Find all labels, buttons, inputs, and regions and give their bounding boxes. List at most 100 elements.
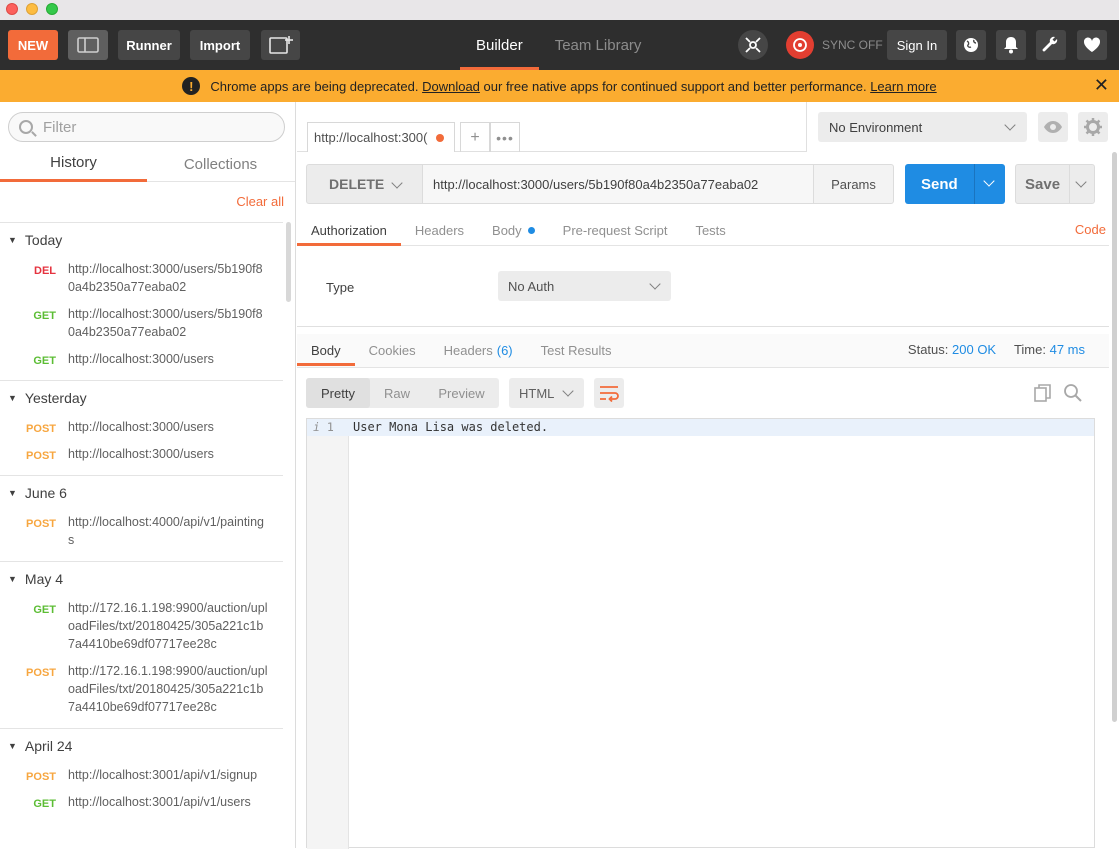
history-item-method: GET	[33, 355, 56, 367]
tab-response-headers[interactable]: Headers (6)	[430, 334, 527, 366]
toggle-sidebar-button[interactable]	[68, 30, 108, 60]
tab-headers[interactable]: Headers	[401, 214, 478, 246]
new-button[interactable]: NEW	[8, 30, 58, 60]
sidebar-scrollbar[interactable]	[286, 222, 291, 302]
download-link[interactable]: Download	[422, 79, 480, 94]
tab-options-button[interactable]: •••	[490, 122, 520, 152]
method-value: DELETE	[329, 176, 385, 192]
history-group-title: April 24	[24, 738, 73, 754]
environment-area: No Environment	[806, 102, 1119, 152]
view-raw-button[interactable]: Raw	[370, 378, 424, 408]
code-link[interactable]: Code	[1075, 222, 1106, 237]
format-select[interactable]: HTML	[509, 378, 584, 408]
tab-tests[interactable]: Tests	[681, 214, 739, 246]
new-tab-button[interactable]: +	[460, 122, 490, 152]
tab-response-headers-label: Headers	[443, 342, 493, 358]
history-item[interactable]: GET http://localhost:3000/users/5b190f80a…	[0, 302, 283, 347]
save-button[interactable]: Save	[1015, 164, 1095, 204]
method-select[interactable]: DELETE	[306, 164, 423, 204]
save-options-chevron-icon[interactable]	[1075, 176, 1087, 188]
caret-down-icon: ▼	[8, 488, 17, 498]
history-item[interactable]: GET http://localhost:3000/users	[0, 347, 283, 374]
url-input[interactable]: http://localhost:3000/users/5b190f80a4b2…	[422, 164, 814, 204]
clear-all-link[interactable]: Clear all	[236, 194, 284, 209]
request-builder: http://localhost:300( + ••• No Environme…	[297, 102, 1119, 849]
sync-off-icon[interactable]	[786, 31, 814, 59]
import-button[interactable]: Import	[190, 30, 250, 60]
history-item[interactable]: POST http://localhost:3000/users	[0, 415, 283, 442]
request-section-tabs: Authorization Headers Body Pre-request S…	[297, 214, 1109, 246]
gear-icon	[1084, 118, 1102, 136]
send-button[interactable]: Send	[905, 164, 1005, 204]
tab-test-results[interactable]: Test Results	[527, 334, 626, 366]
auth-type-label: Type	[326, 280, 355, 295]
copy-button[interactable]	[1033, 383, 1053, 406]
environment-select[interactable]: No Environment	[818, 112, 1027, 142]
send-label: Send	[921, 175, 958, 193]
params-button[interactable]: Params	[813, 164, 894, 204]
auth-type-select[interactable]: No Auth	[498, 271, 671, 301]
history-item[interactable]: GET http://localhost:3001/api/v1/users	[0, 790, 283, 817]
sidebar-tabs: History Collections	[0, 146, 295, 182]
tab-authorization[interactable]: Authorization	[297, 214, 401, 246]
send-options-chevron-icon[interactable]	[983, 175, 995, 187]
main-toolbar: NEW Runner Import Builder Team Library S…	[0, 20, 1119, 70]
view-preview-button[interactable]: Preview	[424, 378, 499, 408]
environment-quick-look-button[interactable]	[1038, 112, 1068, 142]
history-item[interactable]: GET http://172.16.1.198:9900/auction/uplo…	[0, 596, 283, 659]
tab-body[interactable]: Body	[478, 214, 549, 246]
learn-more-link[interactable]: Learn more	[870, 79, 936, 94]
history-item-url: http://localhost:3000/users	[68, 420, 214, 434]
settings-button[interactable]	[1036, 30, 1066, 60]
unsaved-dot-icon	[436, 134, 444, 142]
history-group-header[interactable]: ▼ Yesterday	[0, 381, 283, 415]
history-item[interactable]: DEL http://localhost:3000/users/5b190f80a…	[0, 257, 283, 302]
history-item[interactable]: POST http://172.16.1.198:9900/auction/upl…	[0, 659, 283, 722]
filter-input[interactable]: Filter	[8, 112, 285, 142]
tab-history[interactable]: History	[0, 146, 147, 182]
view-pretty-button[interactable]: Pretty	[306, 378, 370, 408]
tab-builder[interactable]: Builder	[460, 20, 539, 70]
history-group-header[interactable]: ▼ April 24	[0, 729, 283, 763]
favorite-button[interactable]	[1077, 30, 1107, 60]
banner-text-start: Chrome apps are being deprecated.	[210, 78, 419, 94]
minimize-window-button[interactable]	[26, 3, 38, 15]
main-scrollbar[interactable]	[1112, 152, 1117, 722]
tab-cookies[interactable]: Cookies	[355, 334, 430, 366]
history-item-url: http://localhost:4000/api/v1/paintings	[68, 515, 264, 547]
new-window-button[interactable]	[261, 30, 300, 60]
interceptor-button[interactable]	[738, 30, 768, 60]
history-group-header[interactable]: ▼ Today	[0, 223, 283, 257]
tab-collections[interactable]: Collections	[147, 146, 294, 182]
workspace-tabs: Builder Team Library	[460, 20, 657, 70]
history-item[interactable]: POST http://localhost:4000/api/v1/paintin…	[0, 510, 283, 555]
history-group-header[interactable]: ▼ May 4	[0, 562, 283, 596]
copy-icon	[1034, 384, 1051, 402]
history-group-header[interactable]: ▼ June 6	[0, 476, 283, 510]
history-item[interactable]: POST http://localhost:3000/users	[0, 442, 283, 469]
window-titlebar	[0, 0, 1119, 20]
zoom-window-button[interactable]	[46, 3, 58, 15]
search-response-button[interactable]	[1063, 383, 1083, 406]
tab-pre-request-script[interactable]: Pre-request Script	[549, 214, 682, 246]
tab-team-library[interactable]: Team Library	[539, 20, 658, 70]
request-tab[interactable]: http://localhost:300(	[307, 122, 455, 152]
notifications-button[interactable]	[996, 30, 1026, 60]
close-banner-icon[interactable]: ✕	[1094, 75, 1109, 96]
tab-response-body[interactable]: Body	[297, 334, 355, 366]
wrap-lines-button[interactable]	[594, 378, 624, 408]
request-tabs-row: http://localhost:300( + ••• No Environme…	[297, 102, 1119, 152]
history-item-url: http://localhost:3001/api/v1/users	[68, 795, 251, 809]
globe-button[interactable]	[956, 30, 986, 60]
history-item-method: GET	[33, 310, 56, 322]
close-window-button[interactable]	[6, 3, 18, 15]
history-item[interactable]: POST http://localhost:3001/api/v1/signup	[0, 763, 283, 790]
history-item-url: http://localhost:3000/users	[68, 447, 214, 461]
history-item-url: http://localhost:3000/users	[68, 352, 214, 366]
history-item-url: http://localhost:3000/users/5b190f80a4b2…	[68, 307, 263, 339]
runner-button[interactable]: Runner	[118, 30, 180, 60]
response-body-editor[interactable]: i 1 User Mona Lisa was deleted.	[306, 418, 1095, 849]
sign-in-button[interactable]: Sign In	[887, 30, 947, 60]
manage-environments-button[interactable]	[1078, 112, 1108, 142]
history-item-method: POST	[26, 771, 56, 783]
